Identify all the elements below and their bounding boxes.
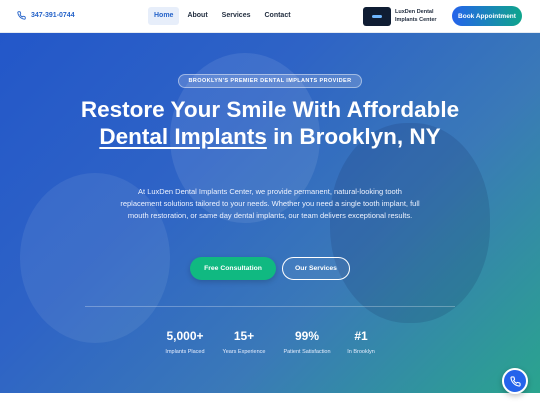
stat-value: #1 [354, 329, 368, 343]
divider [85, 306, 455, 307]
book-appointment-button[interactable]: Book Appointment [452, 6, 522, 26]
stat-label: Implants Placed [165, 349, 205, 355]
stat-label: Patient Satisfaction [283, 349, 331, 355]
free-consultation-button[interactable]: Free Consultation [190, 257, 276, 280]
logo-mark [363, 7, 391, 26]
stat-rank-brooklyn: #1 In Brooklyn [341, 329, 381, 355]
stat-label: In Brooklyn [347, 349, 375, 355]
page-below-hero [0, 393, 540, 405]
hero-title-part1: Restore Your Smile With Affordable [80, 97, 460, 122]
hero-title: Restore Your Smile With Affordable Denta… [60, 96, 480, 150]
top-navbar: 347-391-0744 Home About Services Contact… [0, 0, 540, 33]
stat-implants-placed: 5,000+ Implants Placed [160, 329, 210, 355]
main-nav: Home About Services Contact [148, 7, 297, 25]
hero-background-shape [330, 123, 490, 323]
nav-contact[interactable]: Contact [258, 7, 296, 25]
floating-call-button[interactable] [502, 368, 528, 394]
phone-icon [17, 11, 26, 20]
hero-section: BROOKLYN'S PREMIER DENTAL IMPLANTS PROVI… [0, 33, 540, 393]
stat-value: 99% [294, 329, 320, 343]
our-services-button[interactable]: Our Services [282, 257, 350, 280]
nav-services[interactable]: Services [216, 7, 257, 25]
hero-title-part2: in Brooklyn, NY [266, 124, 441, 149]
stat-years-experience: 15+ Years Experience [218, 329, 270, 355]
stat-label: Years Experience [222, 349, 266, 355]
stat-value: 5,000+ [166, 329, 204, 343]
nav-about[interactable]: About [181, 7, 213, 25]
logo[interactable]: LuxDen Dental Implants Center [363, 7, 443, 26]
phone-icon [509, 375, 521, 387]
nav-home[interactable]: Home [148, 7, 180, 25]
stat-value: 15+ [233, 329, 255, 343]
phone-number: 347-391-0744 [31, 12, 75, 19]
hero-badge: BROOKLYN'S PREMIER DENTAL IMPLANTS PROVI… [178, 74, 362, 88]
phone-link[interactable]: 347-391-0744 [17, 11, 75, 20]
stat-patient-satisfaction: 99% Patient Satisfaction [280, 329, 334, 355]
hero-title-highlight: Dental Implants [99, 124, 267, 149]
hero-description: At LuxDen Dental Implants Center, we pro… [120, 187, 420, 221]
logo-text: LuxDen Dental Implants Center [395, 9, 437, 23]
